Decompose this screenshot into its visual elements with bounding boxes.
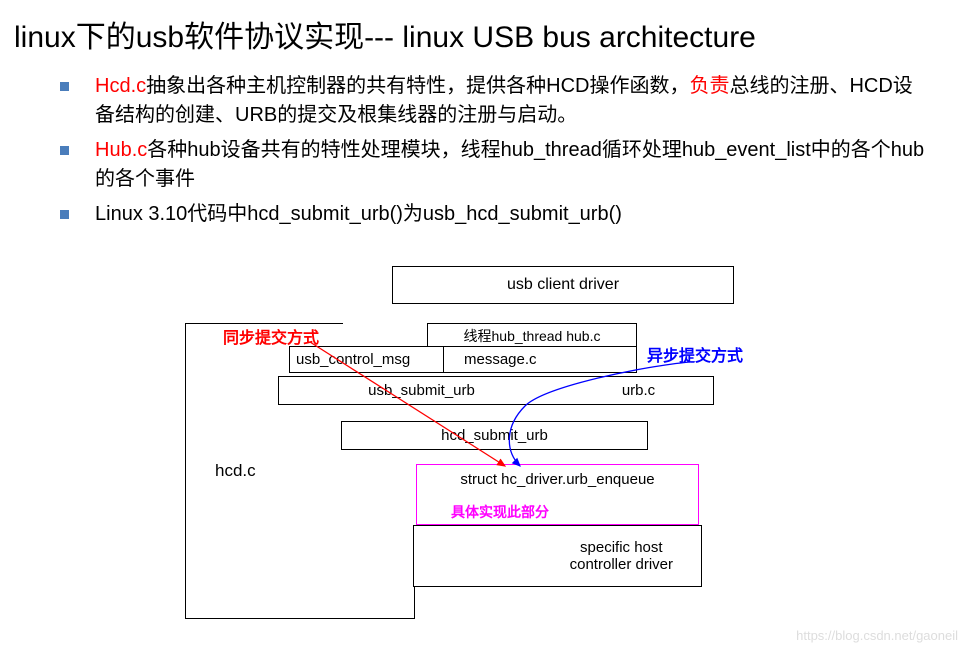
box-message-c: message.c: [443, 346, 637, 373]
box-usb-submit-urb: usb_submit_urb: [278, 376, 565, 405]
box-specific-host: specific host controller driver: [413, 525, 702, 587]
bullet-item: Hub.c各种hub设备共有的特性处理模块，线程hub_thread循环处理hu…: [60, 136, 932, 194]
box-urb-c: urb.c: [564, 376, 714, 405]
bullet-item: Linux 3.10代码中hcd_submit_urb()为usb_hcd_su…: [60, 200, 932, 229]
bullet-marker-icon: [60, 146, 69, 155]
watermark: https://blog.csdn.net/gaoneil: [796, 628, 958, 643]
box-hub-thread: 线程hub_thread hub.c: [427, 323, 637, 348]
impl-note: 具体实现此部分: [451, 502, 549, 522]
hcd-outer-bottom: [185, 586, 415, 619]
bullet-text: Hcd.c抽象出各种主机控制器的共有特性，提供各种HCD操作函数，负责总线的注册…: [95, 72, 932, 130]
bullet-list: Hcd.c抽象出各种主机控制器的共有特性，提供各种HCD操作函数，负责总线的注册…: [0, 60, 972, 229]
hcd-label: hcd.c: [215, 461, 256, 481]
box-client-driver: usb client driver: [392, 266, 734, 304]
architecture-diagram: hcd.c usb client driver 线程hub_thread hub…: [185, 266, 845, 626]
bullet-marker-icon: [60, 82, 69, 91]
box-control-msg: usb_control_msg: [289, 346, 444, 373]
bullet-marker-icon: [60, 210, 69, 219]
box-hcd-submit-urb: hcd_submit_urb: [341, 421, 648, 450]
sync-label: 同步提交方式: [223, 324, 319, 348]
bullet-item: Hcd.c抽象出各种主机控制器的共有特性，提供各种HCD操作函数，负责总线的注册…: [60, 72, 932, 130]
bullet-text: Hub.c各种hub设备共有的特性处理模块，线程hub_thread循环处理hu…: [95, 136, 932, 194]
bullet-text: Linux 3.10代码中hcd_submit_urb()为usb_hcd_su…: [95, 200, 622, 229]
async-label: 异步提交方式: [647, 342, 743, 366]
page-title: linux下的usb软件协议实现--- linux USB bus archit…: [0, 0, 972, 60]
